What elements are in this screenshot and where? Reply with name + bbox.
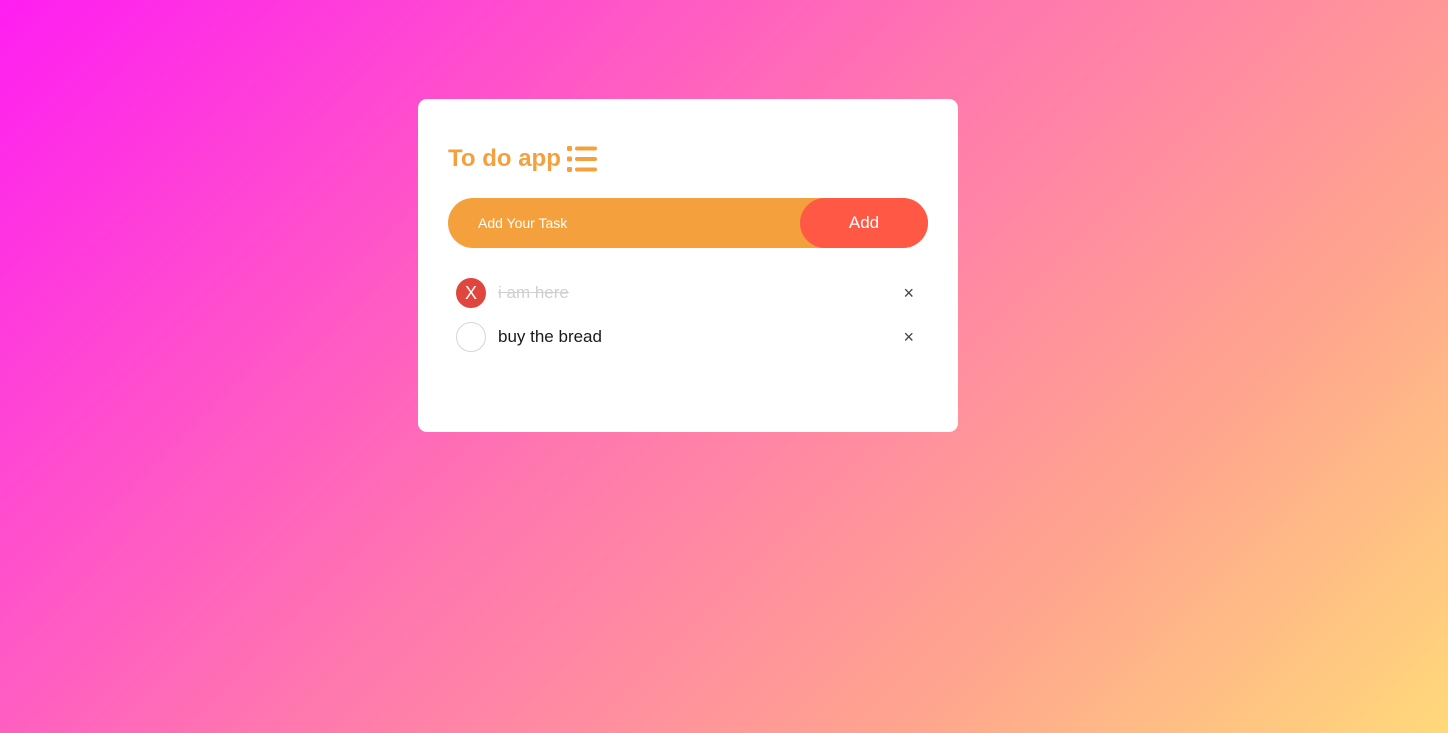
task-list: X i am here × buy the bread ×: [448, 278, 928, 352]
task-input[interactable]: [448, 198, 798, 248]
list-icon: [566, 146, 597, 172]
delete-task-icon[interactable]: ×: [903, 284, 914, 302]
delete-task-icon[interactable]: ×: [903, 328, 914, 346]
checkbox-unchecked-icon[interactable]: [456, 322, 486, 352]
task-item[interactable]: buy the bread ×: [448, 322, 928, 352]
todo-card: To do app Add X i am here × buy the brea…: [418, 99, 958, 432]
task-text: i am here: [498, 283, 569, 302]
app-title: To do app: [448, 145, 561, 172]
task-item[interactable]: X i am here ×: [448, 278, 928, 308]
checkbox-checked-icon[interactable]: X: [456, 278, 486, 308]
add-button[interactable]: Add: [800, 198, 928, 248]
task-input-row: Add: [448, 198, 928, 248]
task-text: buy the bread: [498, 327, 602, 346]
header: To do app: [448, 143, 928, 175]
